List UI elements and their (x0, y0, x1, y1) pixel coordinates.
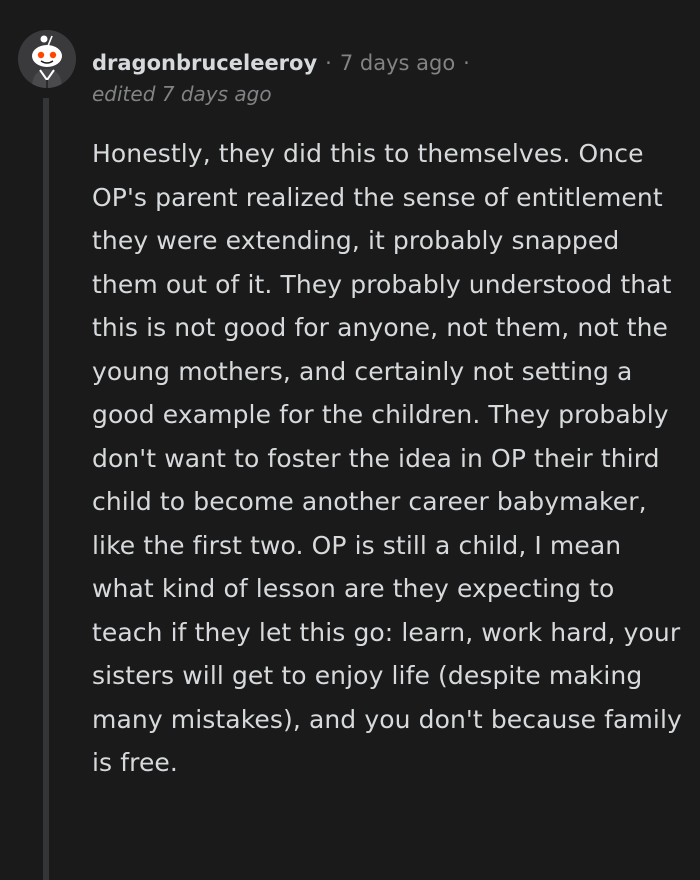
comment: dragonbruceleeroy · 7 days ago · edited … (0, 0, 700, 880)
comment-body: Honestly, they did this to themselves. O… (92, 139, 682, 777)
username-link[interactable]: dragonbruceleeroy (92, 51, 317, 75)
meta-separator-trailing: · (463, 51, 470, 75)
timestamp[interactable]: 7 days ago (340, 51, 455, 75)
meta-separator: · (325, 51, 332, 75)
reddit-snoo-avatar-icon[interactable] (18, 30, 76, 88)
comment-meta: dragonbruceleeroy · 7 days ago · (92, 46, 478, 80)
thread-collapse-line[interactable] (43, 98, 49, 880)
edited-label: edited 7 days ago (92, 82, 272, 106)
